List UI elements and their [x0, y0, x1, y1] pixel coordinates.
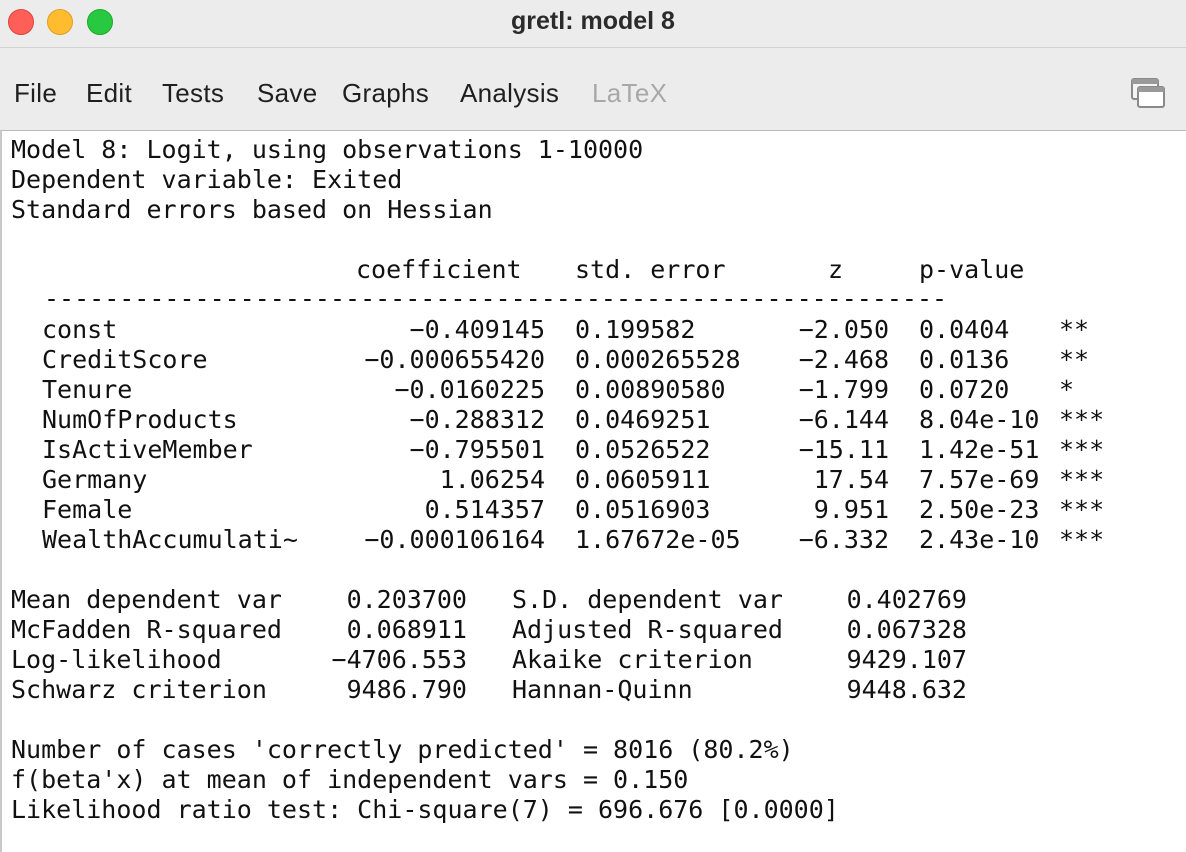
stat-label: Hannan-Quinn [512, 675, 693, 704]
z-value: −6.144 [798, 405, 889, 434]
std-error-value: 0.000265528 [575, 345, 741, 374]
coefficient-value: 0.514357 [424, 495, 545, 524]
std-error-value: 0.00890580 [575, 375, 726, 404]
coefficient-value: −0.288312 [409, 405, 545, 434]
menu-tests[interactable]: Tests [162, 78, 224, 109]
z-value: −2.050 [798, 315, 889, 344]
p-value: 8.04e-10 [919, 405, 1040, 434]
title-bar: gretl: model 8 [0, 0, 1186, 48]
std-error-value: 0.199582 [575, 315, 696, 344]
significance-stars: *** [1059, 405, 1105, 434]
z-value: 9.951 [813, 495, 889, 524]
table-separator: ----------------------------------------… [44, 289, 948, 309]
standard-errors-line: Standard errors based on Hessian [11, 195, 493, 224]
stat-value: 0.402769 [846, 585, 967, 614]
stat-value: 9429.107 [846, 645, 967, 674]
stat-label: Schwarz criterion [11, 675, 267, 704]
std-error-value: 0.0516903 [575, 495, 711, 524]
variable-name: Tenure [42, 375, 133, 404]
dependent-variable-line: Dependent variable: Exited [11, 165, 403, 194]
menu-bar: File Edit Tests Save Graphs Analysis LaT… [0, 49, 1186, 130]
std-error-value: 0.0469251 [575, 405, 711, 434]
variable-name: Germany [42, 465, 148, 494]
fbetax-line: f(beta'x) at mean of independent vars = … [11, 765, 689, 794]
column-header-z: z [828, 255, 844, 284]
coefficient-value: −0.0160225 [394, 375, 545, 404]
p-value: 0.0720 [919, 375, 1010, 404]
std-error-value: 1.67672e-05 [575, 525, 741, 554]
stat-label: Akaike criterion [512, 645, 753, 674]
significance-stars: ** [1059, 315, 1090, 344]
stat-value: 9448.632 [846, 675, 967, 704]
variable-name: CreditScore [42, 345, 208, 374]
model-description-line: Model 8: Logit, using observations 1-100… [11, 135, 644, 164]
coefficient-value: −0.409145 [409, 315, 545, 344]
menu-graphs[interactable]: Graphs [342, 78, 429, 109]
stat-label: Log-likelihood [11, 645, 222, 674]
stat-value: 0.203700 [346, 585, 467, 614]
variable-name: NumOfProducts [42, 405, 238, 434]
significance-stars: *** [1059, 495, 1105, 524]
z-value: −6.332 [798, 525, 889, 554]
variable-name: const [42, 315, 118, 344]
p-value: 2.50e-23 [919, 495, 1040, 524]
variable-name: IsActiveMember [42, 435, 253, 464]
z-value: −15.11 [798, 435, 889, 464]
menu-save[interactable]: Save [257, 78, 317, 109]
menu-analysis[interactable]: Analysis [460, 78, 559, 109]
std-error-value: 0.0526522 [575, 435, 711, 464]
window-title: gretl: model 8 [511, 7, 675, 35]
p-value: 0.0404 [919, 315, 1010, 344]
p-value: 1.42e-51 [919, 435, 1040, 464]
coefficient-value: −0.000655420 [364, 345, 545, 374]
menu-edit[interactable]: Edit [86, 78, 132, 109]
stat-value: 0.067328 [846, 615, 967, 644]
z-value: 17.54 [813, 465, 889, 494]
correctly-predicted-line: Number of cases 'correctly predicted' = … [11, 735, 794, 764]
windows-icon[interactable] [1130, 76, 1166, 110]
coefficient-value: −0.795501 [409, 435, 545, 464]
significance-stars: *** [1059, 465, 1105, 494]
column-header-std-error: std. error [575, 255, 726, 284]
z-value: −1.799 [798, 375, 889, 404]
menu-latex: LaTeX [592, 78, 668, 108]
stat-value: −4706.553 [331, 645, 467, 674]
stat-label: Adjusted R-squared [512, 615, 783, 644]
coefficient-value: −0.000106164 [364, 525, 545, 554]
significance-stars: * [1059, 375, 1075, 404]
z-value: −2.468 [798, 345, 889, 374]
variable-name: WealthAccumulati~ [42, 525, 298, 554]
significance-stars: *** [1059, 435, 1105, 464]
menu-file[interactable]: File [14, 78, 57, 109]
stat-label: S.D. dependent var [512, 585, 783, 614]
column-header-p-value: p-value [919, 255, 1025, 284]
variable-name: Female [42, 495, 133, 524]
column-header-coefficient: coefficient [356, 255, 522, 284]
stat-label: Mean dependent var [11, 585, 282, 614]
std-error-value: 0.0605911 [575, 465, 711, 494]
significance-stars: ** [1059, 345, 1090, 374]
stat-value: 9486.790 [346, 675, 467, 704]
stat-label: McFadden R-squared [11, 615, 282, 644]
stat-value: 0.068911 [346, 615, 467, 644]
significance-stars: *** [1059, 525, 1105, 554]
model-output-text[interactable]: Model 8: Logit, using observations 1-100… [0, 130, 1186, 852]
coefficient-value: 1.06254 [439, 465, 545, 494]
p-value: 7.57e-69 [919, 465, 1040, 494]
likelihood-ratio-line: Likelihood ratio test: Chi-square(7) = 6… [11, 795, 839, 824]
p-value: 0.0136 [919, 345, 1010, 374]
p-value: 2.43e-10 [919, 525, 1040, 554]
